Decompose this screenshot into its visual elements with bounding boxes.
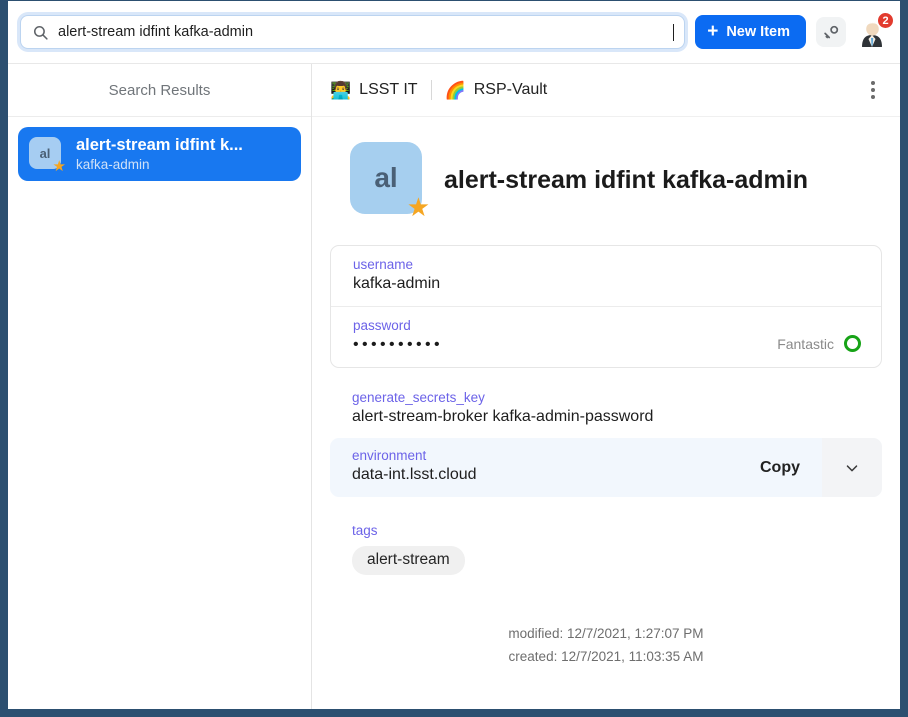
kebab-menu-icon[interactable]	[860, 77, 886, 103]
generate-secrets-key-field[interactable]: generate_secrets_key alert-stream-broker…	[330, 386, 882, 438]
tags-field: tags alert-stream	[330, 517, 882, 575]
people-emoji-icon: 👨‍💻	[330, 80, 352, 100]
star-icon: ★	[406, 192, 430, 222]
environment-value: data-int.lsst.cloud	[352, 466, 477, 483]
item-detail-pane: al ★ alert-stream idfint kafka-admin use…	[312, 117, 900, 709]
main-panel: 👨‍💻 LSST IT 🌈 RSP-Vault	[312, 64, 900, 709]
breadcrumb-item-rsp-vault[interactable]: 🌈 RSP-Vault	[445, 81, 548, 99]
notification-badge: 2	[877, 12, 894, 29]
environment-expand-button[interactable]	[822, 438, 882, 497]
breadcrumb: 👨‍💻 LSST IT 🌈 RSP-Vault	[312, 64, 900, 117]
item-header: al ★ alert-stream idfint kafka-admin	[330, 142, 882, 220]
chevron-down-icon	[846, 464, 858, 471]
password-strength-label: Fantastic	[777, 335, 834, 352]
page-title: alert-stream idfint kafka-admin	[444, 165, 808, 194]
search-icon	[31, 23, 49, 41]
account-avatar-button[interactable]: 2	[856, 12, 894, 49]
search-input[interactable]	[58, 24, 675, 40]
username-label: username	[353, 257, 414, 272]
sidebar-item-alert-stream-idfint[interactable]: al ★ alert-stream idfint k... kafka-admi…	[18, 127, 301, 181]
password-label: password	[353, 318, 411, 333]
search-field-wrapper[interactable]	[20, 15, 686, 49]
username-field-row[interactable]: username kafka-admin	[331, 246, 881, 306]
environment-field-main: environment data-int.lsst.cloud	[330, 438, 744, 497]
new-item-button[interactable]: + New Item	[695, 15, 806, 49]
tags-label: tags	[352, 523, 378, 538]
app-window-inner: + New Item	[8, 1, 900, 709]
breadcrumb-label-rsp-vault: RSP-Vault	[473, 81, 548, 98]
app-window: + New Item	[0, 0, 908, 717]
rainbow-emoji-icon: 🌈	[444, 80, 466, 100]
item-detail-inner: al ★ alert-stream idfint kafka-admin use…	[330, 117, 882, 668]
new-item-label: New Item	[726, 24, 790, 40]
password-field-row[interactable]: password •••••••••• Fantastic	[331, 306, 881, 367]
environment-field-row[interactable]: environment data-int.lsst.cloud Copy	[330, 438, 882, 497]
result-item-subtitle: kafka-admin	[76, 157, 150, 172]
item-timestamps: modified: 12/7/2021, 1:27:07 PM created:…	[330, 622, 882, 668]
credentials-card: username kafka-admin password ••••••••••	[330, 245, 882, 368]
sidebar-header-title: Search Results	[8, 64, 311, 117]
app-body: Search Results al ★ alert-stream idfint …	[8, 64, 900, 709]
text-cursor	[673, 23, 675, 41]
item-avatar: al ★	[350, 142, 430, 220]
created-timestamp: created: 12/7/2021, 11:03:35 AM	[508, 649, 704, 665]
result-item-title: alert-stream idfint k...	[76, 136, 243, 154]
copy-button[interactable]: Copy	[744, 438, 822, 497]
result-item-texts: alert-stream idfint k... kafka-admin	[76, 136, 243, 172]
plus-icon: +	[707, 20, 719, 42]
generate-secrets-key-label: generate_secrets_key	[352, 390, 485, 405]
breadcrumb-item-lsst-it[interactable]: 👨‍💻 LSST IT	[330, 81, 418, 99]
modified-timestamp: modified: 12/7/2021, 1:27:07 PM	[508, 626, 704, 641]
password-strength-ring-icon	[844, 335, 861, 352]
key-icon	[823, 25, 838, 38]
password-value-masked: ••••••••••	[353, 336, 444, 353]
tag-chip[interactable]: alert-stream	[352, 546, 465, 575]
breadcrumb-separator	[430, 80, 432, 100]
generate-secrets-key-value: alert-stream-broker kafka-admin-password	[352, 408, 654, 425]
password-strength: Fantastic	[777, 335, 861, 354]
username-value: kafka-admin	[353, 275, 441, 292]
key-button[interactable]	[816, 17, 846, 47]
breadcrumb-label-lsst-it: LSST IT	[359, 81, 418, 98]
search-results-list: al ★ alert-stream idfint k... kafka-admi…	[8, 117, 311, 709]
top-toolbar: + New Item	[8, 1, 900, 64]
sidebar: Search Results al ★ alert-stream idfint …	[8, 64, 312, 709]
star-icon: ★	[52, 158, 66, 175]
result-item-icon: al ★	[29, 137, 66, 175]
environment-label: environment	[352, 448, 427, 463]
